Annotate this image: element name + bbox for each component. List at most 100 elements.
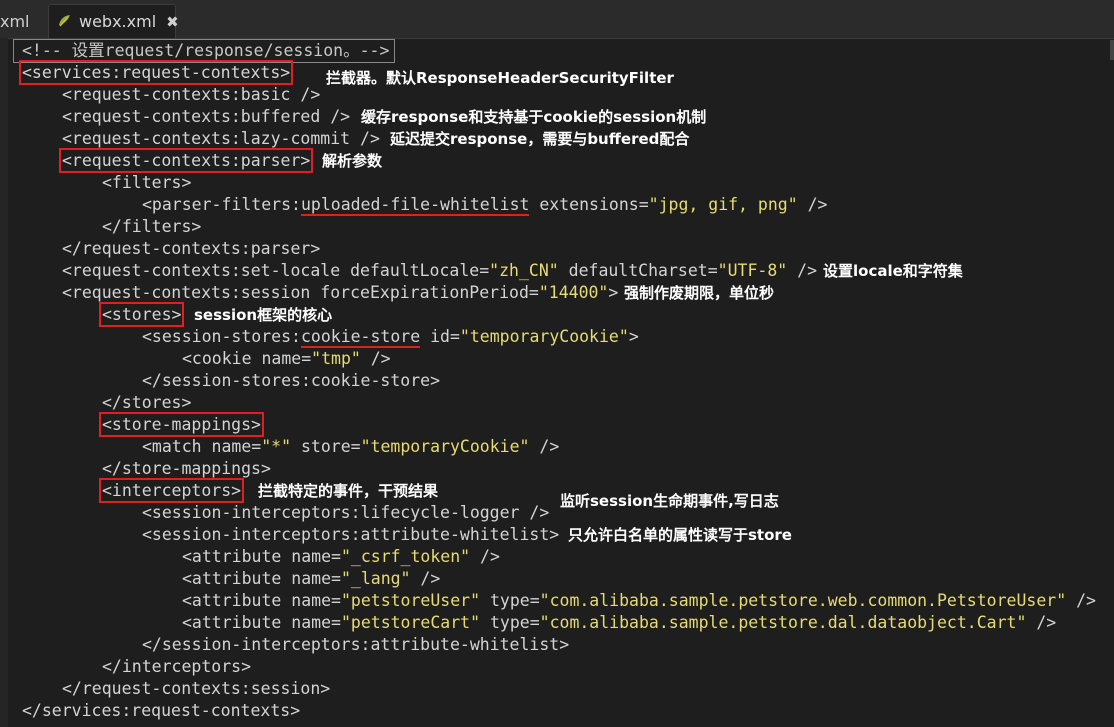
code-token: type=: [480, 613, 540, 632]
code-line: </store-mappings>: [102, 458, 271, 480]
code-line: <cookie name="tmp" />: [182, 348, 391, 370]
code-line: <request-contexts:set-locale defaultLoca…: [62, 260, 817, 282]
tab-label: xml: [0, 11, 30, 31]
code-token: <request-contexts:basic />: [62, 85, 321, 104]
tab-webx-xml[interactable]: webx.xml ✖: [48, 4, 179, 38]
code-token: <cookie name=: [182, 349, 312, 368]
code-line: <attribute name="_lang" />: [182, 568, 440, 590]
attribute-value: "petstoreUser": [340, 591, 481, 610]
editor-tab-bar: xml webx.xml ✖: [0, 0, 1114, 39]
code-token: >: [608, 283, 619, 302]
code-line: <match name="*" store="temporaryCookie" …: [142, 436, 559, 458]
attribute-value: "_csrf_token": [340, 547, 471, 566]
code-line: <request-contexts:parser>: [58, 148, 314, 173]
annotation-note: 监听session生命期事件,写日志: [560, 492, 779, 510]
code-line: </interceptors>: [102, 656, 251, 678]
annotation-note: 拦截特定的事件，干预结果: [258, 482, 439, 500]
code-token: <request-contexts:session forceExpiratio…: [62, 283, 539, 302]
code-token: />: [360, 349, 391, 368]
code-token: />: [1066, 591, 1096, 610]
code-token: </stores>: [102, 393, 192, 412]
code-line: <attribute name="_csrf_token" />: [182, 546, 500, 568]
code-token: </session-stores:cookie-store>: [142, 371, 441, 390]
annotation-note: 拦截器。默认ResponseHeaderSecurityFilter: [326, 69, 674, 87]
attribute-value: "jpg, gif, png": [648, 195, 798, 214]
annotation-note: 延迟提交response，需要与buffered配合: [390, 130, 690, 148]
code-token: <attribute name=: [182, 613, 341, 632]
code-token: <request-contexts:set-locale defaultLoca…: [62, 261, 490, 280]
attribute-value: "temporaryCookie": [360, 437, 530, 456]
attribute-value: "UTF-8": [717, 261, 788, 280]
code-token: <session-interceptors:attribute-whitelis…: [142, 525, 560, 544]
code-token: <attribute name=: [182, 591, 341, 610]
code-token: uploaded-file-whitelist: [300, 195, 530, 216]
code-token: <request-contexts:buffered />: [62, 107, 351, 126]
scrollbar[interactable]: [1110, 40, 1114, 60]
code-token: <session-interceptors:lifecycle-logger /…: [142, 503, 550, 522]
close-icon[interactable]: ✖: [166, 13, 179, 31]
code-line: </stores>: [102, 392, 191, 414]
highlighted-tag: <stores>: [98, 302, 185, 327]
highlighted-tag: <services:request-contexts>: [18, 60, 294, 85]
code-token: type=: [480, 591, 540, 610]
code-token: >: [628, 327, 639, 346]
attribute-value: "_lang": [340, 569, 411, 588]
code-token: defaultCharset=: [558, 261, 718, 280]
attribute-value: "tmp": [311, 349, 361, 368]
tab-label: webx.xml: [79, 12, 157, 31]
highlighted-tag: <request-contexts:parser>: [58, 148, 314, 173]
code-line: <request-contexts:session forceExpiratio…: [62, 282, 618, 304]
code-token: </filters>: [102, 217, 202, 236]
code-line: </services:request-contexts>: [22, 700, 300, 722]
code-line: </session-stores:cookie-store>: [142, 370, 440, 392]
code-line: <request-contexts:buffered />: [62, 106, 350, 128]
annotation-note: 解析参数: [322, 152, 383, 170]
highlighted-tag: <interceptors>: [98, 478, 245, 503]
xml-file-icon: [57, 12, 73, 32]
code-line: <filters>: [102, 172, 191, 194]
attribute-value: "*": [261, 437, 292, 456]
code-token: />: [787, 261, 818, 280]
attribute-value: "temporaryCookie": [459, 327, 629, 346]
code-line: <interceptors>: [98, 478, 245, 503]
attribute-value: "petstoreCart": [340, 613, 481, 632]
code-token: <filters>: [102, 173, 192, 192]
code-token: />: [1026, 613, 1057, 632]
code-line: </request-contexts:session>: [62, 678, 330, 700]
code-token: </session-interceptors:attribute-whiteli…: [142, 635, 570, 654]
code-token: id=: [420, 327, 460, 346]
code-line: <parser-filters:uploaded-file-whitelist …: [142, 194, 827, 216]
code-token: </interceptors>: [102, 657, 252, 676]
annotation-note: 只允许白名单的属性读写于store: [568, 526, 792, 544]
code-line: <session-interceptors:lifecycle-logger /…: [142, 502, 549, 524]
annotation-note: session框架的核心: [194, 306, 333, 324]
code-line: <services:request-contexts>: [18, 60, 294, 85]
code-token: <attribute name=: [182, 569, 341, 588]
code-token: />: [529, 437, 560, 456]
annotation-note: 缓存response和支持基于cookie的session机制: [361, 108, 707, 126]
code-line: <session-interceptors:attribute-whitelis…: [142, 524, 559, 546]
code-token: />: [470, 547, 500, 566]
code-token: <attribute name=: [182, 547, 341, 566]
editor-gutter: [0, 38, 8, 727]
tab-xml[interactable]: xml: [0, 4, 40, 38]
code-token: <request-contexts:lazy-commit />: [62, 129, 380, 148]
code-token: </request-contexts:session>: [62, 679, 331, 698]
code-line: </request-contexts:parser>: [62, 238, 320, 260]
code-token: </services:request-contexts>: [22, 701, 301, 720]
code-token: <match name=: [142, 437, 262, 456]
code-line: <request-contexts:basic />: [62, 84, 320, 106]
attribute-value: "14400": [538, 283, 609, 302]
code-line: </filters>: [102, 216, 201, 238]
code-token: </store-mappings>: [102, 459, 271, 478]
code-editor[interactable]: <!-- 设置request/response/session。--> <serv…: [0, 38, 1114, 727]
code-token: store=: [291, 437, 361, 456]
code-token: <!-- 设置request/response/session。-->: [22, 41, 390, 60]
code-line: <session-stores:cookie-store id="tempora…: [142, 326, 639, 348]
attribute-value: "zh_CN": [489, 261, 559, 280]
code-line: <attribute name="petstoreCart" type="com…: [182, 612, 1056, 634]
code-line: <request-contexts:lazy-commit />: [62, 128, 380, 150]
attribute-value: "com.alibaba.sample.petstore.dal.dataobj…: [539, 613, 1027, 632]
code-token: />: [410, 569, 441, 588]
code-line: <stores>: [98, 302, 185, 327]
